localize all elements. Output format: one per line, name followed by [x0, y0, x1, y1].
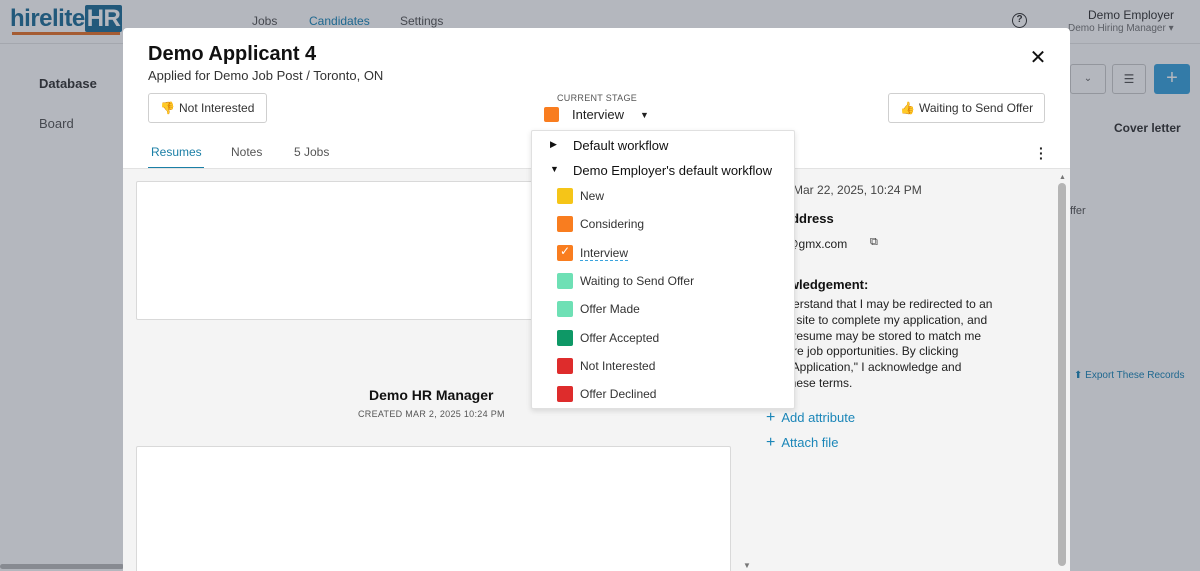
current-stage-label: CURRENT STAGE — [557, 93, 638, 103]
add-attribute-button[interactable]: + Add attribute — [766, 409, 855, 427]
caret-right-icon: ▶ — [550, 139, 557, 149]
check-icon: ✓ — [560, 244, 571, 258]
current-stage-select[interactable]: Interview — [572, 107, 624, 122]
stage-option-label: Interview — [580, 246, 629, 261]
stage-option[interactable]: Offer Declined — [532, 380, 794, 408]
stage-color-swatch — [557, 273, 573, 289]
stage-color-swatch — [557, 188, 573, 204]
thumbs-down-icon: 👎 — [160, 101, 175, 115]
close-icon: ✕ — [1029, 47, 1047, 69]
scroll-up-icon[interactable]: ▲ — [1059, 174, 1066, 181]
tab-jobs[interactable]: 5 Jobs — [294, 145, 329, 159]
stage-option-label: New — [580, 189, 605, 203]
stage-option[interactable]: Not Interested — [532, 352, 794, 380]
workflow-group-employer[interactable]: ▼ Demo Employer's default workflow — [532, 158, 794, 182]
stage-color-swatch — [557, 301, 573, 317]
stage-color-swatch — [557, 386, 573, 402]
waiting-to-send-offer-button[interactable]: 👍 Waiting to Send Offer — [888, 93, 1045, 123]
plus-icon: + — [766, 409, 776, 426]
workflow-group-default[interactable]: ▶ Default workflow — [532, 133, 794, 157]
scroll-down-icon[interactable]: ▼ — [743, 561, 751, 570]
hr-created-date: CREATED MAR 2, 2025 10:24 PM — [358, 409, 505, 419]
caret-down-icon[interactable]: ▼ — [640, 110, 649, 120]
tab-notes[interactable]: Notes — [231, 145, 262, 159]
external-link-icon[interactable]: ⧉ — [870, 236, 878, 249]
stage-color-swatch — [557, 330, 573, 346]
stage-option-label: Considering — [580, 217, 645, 231]
close-button[interactable]: ✕ — [1028, 48, 1048, 68]
tab-resumes[interactable]: Resumes — [151, 145, 202, 159]
stage-option-label: Waiting to Send Offer — [580, 274, 695, 288]
stage-option-label: Offer Made — [580, 302, 640, 316]
stage-option[interactable]: Offer Accepted — [532, 324, 794, 352]
caret-down-icon: ▼ — [550, 164, 559, 174]
attach-file-button[interactable]: + Attach file — [766, 434, 838, 452]
thumbs-up-icon: 👍 — [900, 101, 915, 115]
current-stage-swatch — [544, 107, 559, 122]
stage-option[interactable]: Offer Made — [532, 295, 794, 323]
not-interested-button[interactable]: 👎 Not Interested — [148, 93, 267, 123]
vertical-scrollbar[interactable] — [1058, 183, 1066, 566]
stage-option-label: Offer Declined — [580, 387, 657, 401]
checkbox-checked-icon: ✓ — [557, 244, 573, 261]
resume-preview-card — [136, 446, 731, 571]
acknowledgement-text: understand that I may be redirected to a… — [773, 297, 993, 390]
applied-for-text: Applied for Demo Job Post / Toronto, ON — [148, 68, 384, 83]
plus-icon: + — [766, 434, 776, 451]
stage-option[interactable]: Considering — [532, 210, 794, 238]
stage-option[interactable]: New — [532, 182, 794, 210]
stage-color-swatch — [557, 358, 573, 374]
hr-manager-name: Demo HR Manager — [369, 387, 494, 403]
stage-option-label: Offer Accepted — [580, 331, 660, 345]
applicant-name: Demo Applicant 4 — [148, 43, 317, 65]
stage-option-label: Not Interested — [580, 359, 656, 373]
created-date: ted Mar 22, 2025, 10:24 PM — [773, 183, 922, 197]
stage-option[interactable]: ✓ Interview — [532, 239, 794, 267]
more-options-icon[interactable]: · · · — [1039, 141, 1045, 165]
stage-color-swatch — [557, 216, 573, 232]
stage-option[interactable]: Waiting to Send Offer — [532, 267, 794, 295]
stage-dropdown: ▶ Default workflow ▼ Demo Employer's def… — [531, 130, 795, 409]
